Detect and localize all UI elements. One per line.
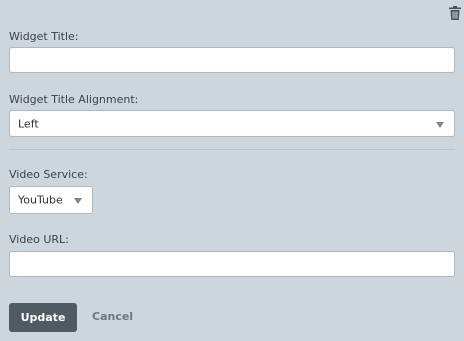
video-url-label: Video URL: xyxy=(9,233,69,246)
video-url-input[interactable] xyxy=(9,251,455,277)
video-service-label: Video Service: xyxy=(9,168,88,181)
video-service-select[interactable]: YouTube xyxy=(9,186,93,214)
widget-title-input[interactable] xyxy=(9,47,455,73)
widget-title-alignment-select[interactable]: Left xyxy=(9,110,455,137)
video-service-selected-value: YouTube xyxy=(18,193,63,207)
trash-icon[interactable] xyxy=(449,6,461,20)
section-divider xyxy=(9,149,455,150)
widget-settings-panel: Widget Title: Widget Title Alignment: Le… xyxy=(0,0,464,341)
alignment-selected-value: Left xyxy=(18,117,39,130)
chevron-down-icon xyxy=(74,198,82,204)
update-button[interactable]: Update xyxy=(9,303,77,332)
cancel-link[interactable]: Cancel xyxy=(92,310,133,323)
chevron-down-icon xyxy=(436,121,444,128)
widget-title-label: Widget Title: xyxy=(9,30,79,43)
widget-title-alignment-label: Widget Title Alignment: xyxy=(9,93,139,106)
